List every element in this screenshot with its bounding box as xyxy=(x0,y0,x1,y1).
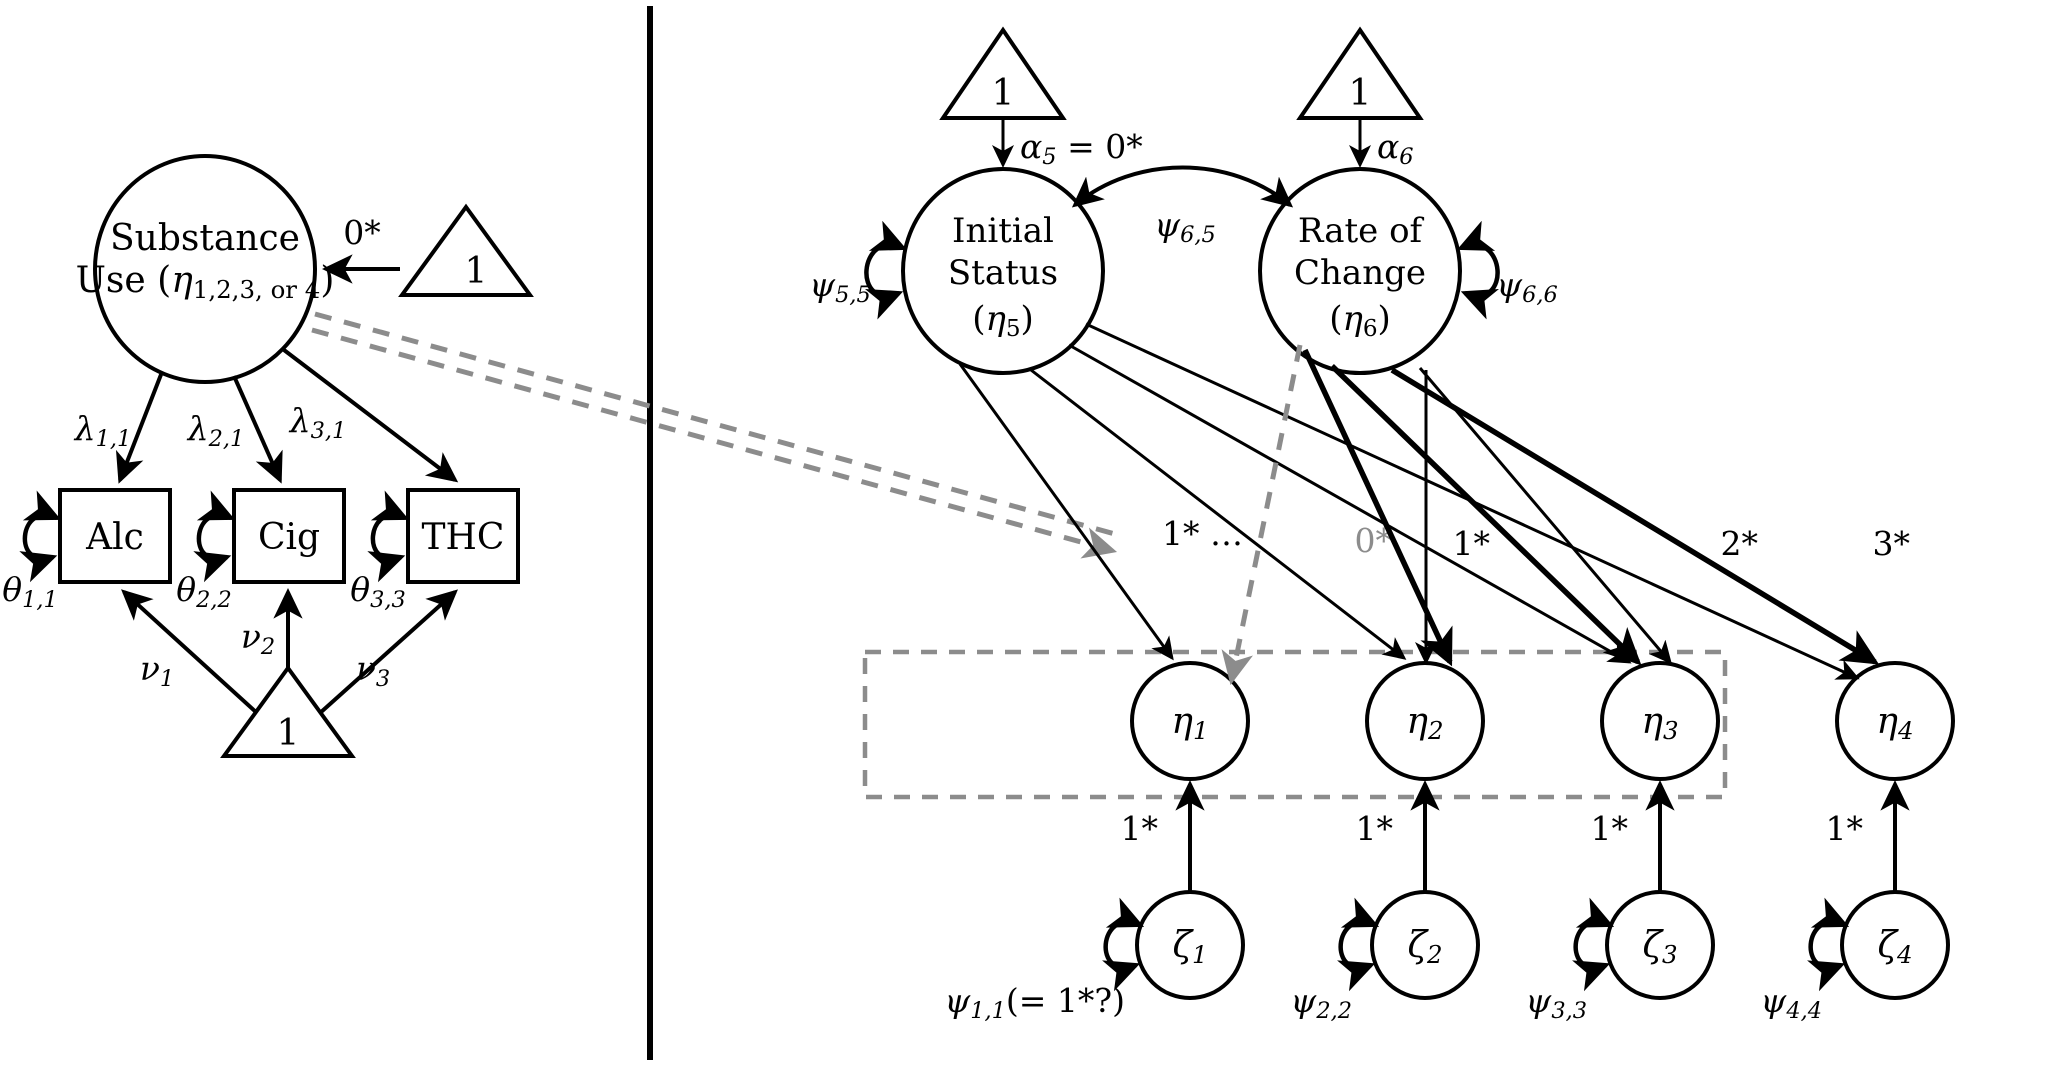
rate-of-change-loading-label-2: 1* xyxy=(1453,524,1491,563)
psi22-symbol: ψ xyxy=(1290,981,1317,1020)
residual-label-thc-sub: 3,3 xyxy=(370,587,406,613)
psi22-sub: 2,2 xyxy=(1315,998,1352,1024)
mean-triangle-rate-of-change-label: 1 xyxy=(1349,73,1372,114)
eta3-sub: 3 xyxy=(1663,716,1679,745)
psi11-symbol: ψ xyxy=(944,981,971,1020)
residual-label-cig-sub: 2,2 xyxy=(195,587,232,613)
psi65-sub: 6,5 xyxy=(1180,222,1216,248)
zeta2-sub: 2 xyxy=(1426,940,1443,969)
initial-loading-ellipsis: … xyxy=(1200,514,1244,553)
eta1-sub: 1 xyxy=(1193,716,1209,745)
psi55-sub: 5,5 xyxy=(835,282,871,308)
latent-rate-of-change-eta-sub: 6 xyxy=(1363,316,1378,342)
alpha5-symbol: α xyxy=(1020,127,1042,166)
latent-rate-of-change-paren-open: ( xyxy=(1329,299,1342,339)
latent-initial-status-eta-sub: 5 xyxy=(1006,316,1021,342)
initial-loading-value: 1* xyxy=(1162,514,1200,553)
indicator-cig-label: Cig xyxy=(258,517,320,558)
intercept-label-cig-symbol: ν xyxy=(241,617,261,656)
eta4-sub: 4 xyxy=(1897,716,1914,745)
sem-diagram-root: Substance Use (η1,2,3, or 4) 1 0* Alc Ci… xyxy=(0,0,2062,1066)
mean-triangle-left-label: 1 xyxy=(465,251,488,292)
substance-use-prefix: Use ( xyxy=(76,260,172,301)
alpha5-sub: 5 xyxy=(1042,144,1056,170)
factor-mean-path-label: 0* xyxy=(343,213,381,252)
psi55-symbol: ψ xyxy=(809,265,836,304)
substance-use-eta-subscript: 1,2,3, or 4 xyxy=(193,275,321,304)
indicator-alc-label: Alc xyxy=(85,517,144,558)
zeta4-sub: 4 xyxy=(1896,940,1913,969)
psi11-sub: 1,1 xyxy=(970,998,1006,1024)
disturbance-path-label-2: 1* xyxy=(1356,809,1394,848)
latent-initial-status-paren-close: ) xyxy=(1021,299,1034,339)
mean-triangle-initial-status-label: 1 xyxy=(992,73,1015,114)
latent-initial-status-line2: Status xyxy=(948,253,1058,293)
intercept-label-thc-symbol: ν xyxy=(356,649,376,688)
eta2-sub: 2 xyxy=(1427,716,1444,745)
psi33-sub: 3,3 xyxy=(1551,998,1587,1024)
loading-label-alc-sub: 1,1 xyxy=(96,426,132,452)
alpha6-symbol: α xyxy=(1377,127,1399,166)
latent-rate-of-change-line3: (η6) xyxy=(1329,299,1391,342)
zeta1-sub: 1 xyxy=(1192,940,1208,969)
intercept-label-alc-symbol: ν xyxy=(140,649,160,688)
disturbance-path-label-3: 1* xyxy=(1591,809,1629,848)
loading-label-alc-symbol: λ xyxy=(73,409,96,448)
residual-label-alc-symbol: θ xyxy=(2,570,22,609)
psi44-symbol: ψ xyxy=(1760,981,1787,1020)
disturbance-path-label-1: 1* xyxy=(1121,809,1159,848)
residual-label-cig-symbol: θ xyxy=(176,570,196,609)
intercept-label-alc-sub: 1 xyxy=(160,666,174,692)
intercept-triangle-left-label: 1 xyxy=(277,713,300,754)
latent-initial-status-eta: η xyxy=(985,299,1006,339)
residual-label-alc-sub: 1,1 xyxy=(22,587,58,613)
eta4-symbol: η xyxy=(1876,701,1898,742)
latent-rate-of-change-line1: Rate of xyxy=(1298,211,1425,251)
latent-initial-status-line3: (η5) xyxy=(972,299,1034,342)
substance-use-label-line1: Substance xyxy=(110,218,300,259)
latent-rate-of-change-paren-close: ) xyxy=(1378,299,1391,339)
eta1-symbol: η xyxy=(1171,701,1193,742)
rate-of-change-loading-label-3: 2* xyxy=(1721,524,1759,563)
latent-initial-status-line1: Initial xyxy=(952,211,1054,251)
eta3-symbol: η xyxy=(1641,701,1663,742)
latent-rate-of-change-eta: η xyxy=(1342,299,1363,339)
psi65-symbol: ψ xyxy=(1154,205,1181,244)
psi11-note: (= 1*?) xyxy=(1006,981,1125,1020)
sem-path-diagram: Substance Use (η1,2,3, or 4) 1 0* Alc Ci… xyxy=(0,0,2062,1066)
latent-initial-status-paren-open: ( xyxy=(972,299,985,339)
substance-use-eta-symbol: η xyxy=(171,260,193,301)
rate-of-change-loading-label-4: 3* xyxy=(1873,524,1911,563)
loading-label-thc-symbol: λ xyxy=(288,401,311,440)
alpha5-value: = 0* xyxy=(1057,127,1143,166)
psi66-sub: 6,6 xyxy=(1522,282,1558,308)
loading-label-thc-sub: 3,1 xyxy=(311,418,347,444)
substance-use-suffix: ) xyxy=(320,260,334,301)
alpha6-sub: 6 xyxy=(1399,144,1413,170)
indicator-thc-label: THC xyxy=(422,517,505,558)
zeta3-sub: 3 xyxy=(1662,940,1678,969)
psi33-symbol: ψ xyxy=(1525,981,1552,1020)
eta2-symbol: η xyxy=(1406,701,1428,742)
intercept-label-thc-sub: 3 xyxy=(376,666,390,692)
latent-rate-of-change-line2: Change xyxy=(1294,253,1426,293)
loading-label-cig-symbol: λ xyxy=(186,409,209,448)
initial-status-loading-label: 1* … xyxy=(1162,514,1243,553)
psi66-symbol: ψ xyxy=(1496,265,1523,304)
residual-label-thc-symbol: θ xyxy=(350,570,370,609)
intercept-label-cig-sub: 2 xyxy=(260,634,275,660)
latent-mean-label-initial-status: α5 = 0* xyxy=(1020,127,1143,170)
psi44-sub: 4,4 xyxy=(1785,998,1822,1024)
loading-label-cig-sub: 2,1 xyxy=(208,426,245,452)
disturbance-path-label-4: 1* xyxy=(1826,809,1864,848)
